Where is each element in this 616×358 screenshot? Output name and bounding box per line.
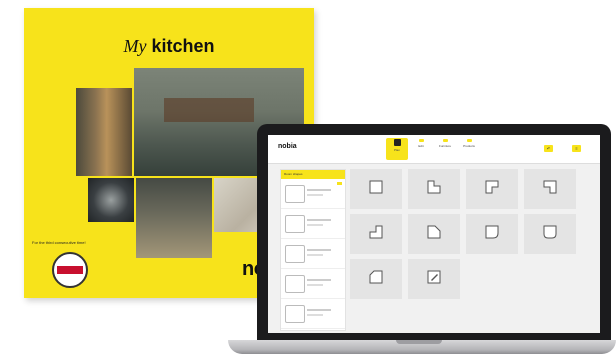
room-shape-tile[interactable] — [408, 214, 460, 254]
products-icon — [466, 139, 472, 142]
catalog-photo-cabinet — [74, 86, 134, 178]
curve-room-icon — [485, 225, 499, 239]
custom-draw-icon — [427, 270, 441, 284]
room-shape-tile[interactable] — [466, 214, 518, 254]
menu-button[interactable]: ≡ — [572, 145, 581, 152]
plan-icon — [393, 139, 401, 146]
sidebar-text — [307, 219, 331, 221]
shape-sidebar: Room shapes — [280, 169, 346, 331]
step-room-icon — [369, 225, 383, 239]
nav-furniture[interactable]: Furniture — [434, 138, 456, 160]
room-shape-tile[interactable] — [524, 169, 576, 209]
catalog-title-bold: kitchen — [151, 36, 215, 56]
sidebar-text — [307, 284, 323, 286]
sidebar-text — [307, 249, 331, 251]
room-shape-tile[interactable] — [350, 259, 402, 299]
notch-room-icon — [485, 180, 499, 194]
sidebar-header: Room shapes — [281, 170, 345, 179]
sidebar-thumb — [285, 275, 305, 293]
room-shape-tile[interactable] — [408, 169, 460, 209]
room-shape-tile[interactable] — [466, 169, 518, 209]
room-shape-tile[interactable] — [524, 214, 576, 254]
sidebar-text — [307, 254, 323, 256]
sidebar-thumb — [285, 215, 305, 233]
nav-edit-label: Edit — [418, 144, 424, 148]
nav-products-label: Products — [463, 144, 475, 148]
sidebar-text — [307, 279, 331, 281]
sidebar-thumb — [285, 185, 305, 203]
app-topbar: nobia Plan Edit Furniture Products ↶ ≡ — [268, 135, 600, 164]
sidebar-thumb — [285, 245, 305, 263]
info-button[interactable] — [558, 145, 567, 152]
angled-room-icon — [427, 225, 441, 239]
room-shape-tile[interactable] — [350, 169, 402, 209]
catalog-title-italic: My — [123, 36, 147, 56]
square-room-icon — [369, 180, 383, 194]
catalog-photo-detail — [86, 176, 136, 224]
l-room-icon — [427, 180, 441, 194]
sidebar-tag — [337, 182, 342, 185]
room-shape-tile[interactable] — [408, 259, 460, 299]
room-shape-tile[interactable] — [350, 214, 402, 254]
furniture-icon — [442, 139, 448, 142]
app-logo: nobia — [278, 143, 297, 150]
nav-furniture-label: Furniture — [438, 144, 451, 148]
rounded-room-icon — [543, 225, 557, 239]
catalog-title: My kitchen — [24, 36, 314, 57]
sidebar-text — [307, 309, 331, 311]
nav-edit[interactable]: Edit — [410, 138, 432, 160]
undo-button[interactable]: ↶ — [544, 145, 553, 152]
sidebar-item[interactable] — [281, 179, 345, 209]
nav-products[interactable]: Products — [458, 138, 480, 160]
laptop-screen: nobia Plan Edit Furniture Products ↶ ≡ R… — [268, 135, 600, 333]
sidebar-item[interactable] — [281, 299, 345, 329]
sidebar-text — [307, 189, 331, 191]
sidebar-item[interactable] — [281, 239, 345, 269]
edit-icon — [418, 139, 424, 142]
badge-caption: For the third consecutive time! — [32, 240, 86, 245]
corner-room-icon — [543, 180, 557, 194]
laptop-notch — [396, 340, 442, 344]
award-badge-icon — [52, 252, 88, 288]
sidebar-text — [307, 224, 323, 226]
sidebar-thumb — [285, 305, 305, 323]
chamfer-room-icon — [369, 270, 383, 284]
sidebar-text — [307, 194, 323, 196]
sidebar-text — [307, 314, 323, 316]
nav-plan-label: Plan — [393, 148, 400, 152]
nav-plan[interactable]: Plan — [386, 138, 408, 160]
catalog-photo-table — [134, 176, 214, 260]
sidebar-item[interactable] — [281, 209, 345, 239]
sidebar-item[interactable] — [281, 269, 345, 299]
